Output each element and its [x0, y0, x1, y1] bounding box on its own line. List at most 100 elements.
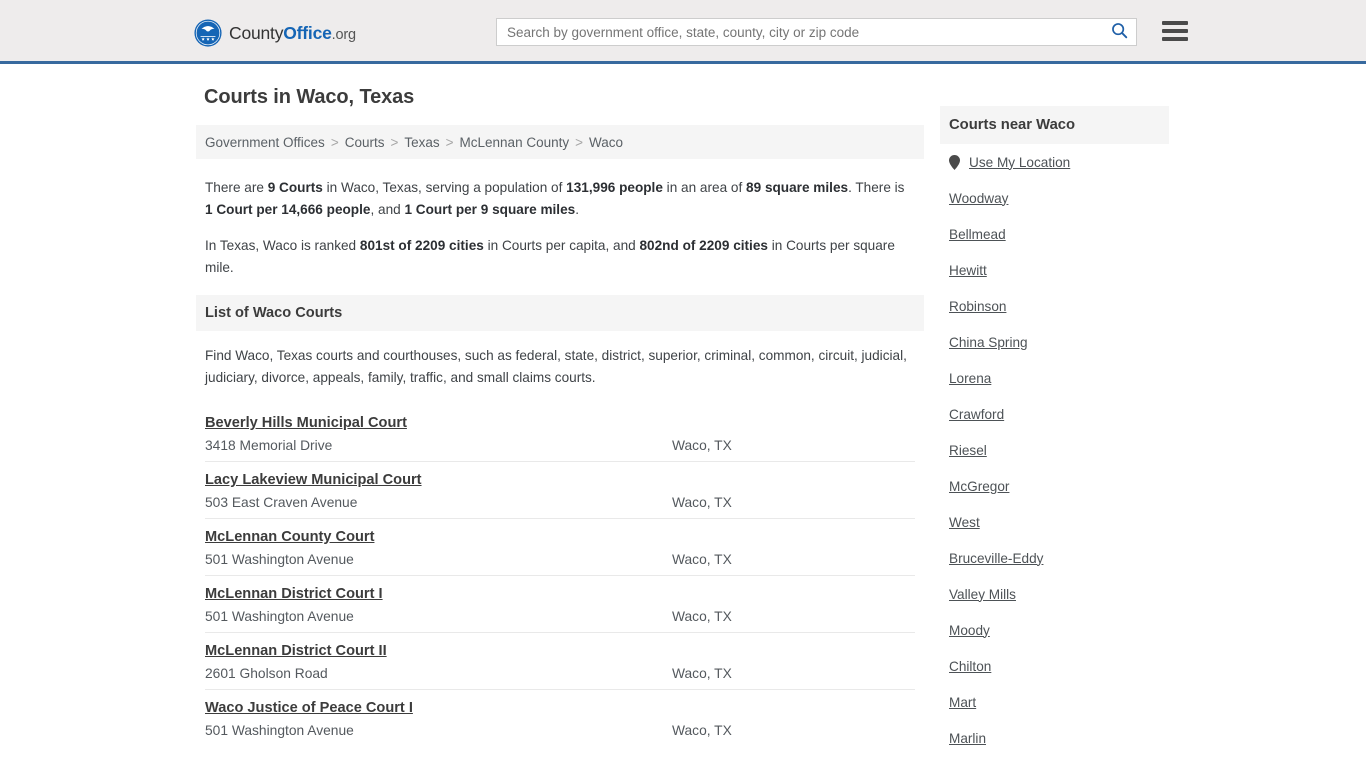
sidebar-item-marlin[interactable]: Marlin [949, 720, 1160, 756]
court-address: 2601 Gholson Road [205, 666, 328, 681]
sidebar-item-mart[interactable]: Mart [949, 684, 1160, 720]
court-address-row: 501 Washington Avenue Waco, TX [205, 552, 915, 567]
court-name-link[interactable]: Waco Justice of Peace Court I [205, 700, 413, 716]
court-address-row: 503 East Craven Avenue Waco, TX [205, 495, 915, 510]
court-list-item: Waco Justice of Peace Court I 501 Washing… [205, 689, 915, 746]
sidebar-item-valley-mills[interactable]: Valley Mills [949, 576, 1160, 612]
sidebar-nearby-link[interactable]: Bruceville-Eddy [949, 551, 1043, 566]
intro-stat-value: 9 Courts [267, 180, 323, 195]
court-list-item: Lacy Lakeview Municipal Court 503 East Cr… [205, 461, 915, 518]
intro-text: In Texas, Waco is ranked [205, 238, 360, 253]
intro-text: . There is [848, 180, 905, 195]
section-description: Find Waco, Texas courts and courthouses,… [205, 348, 907, 385]
court-address-row: 3418 Memorial Drive Waco, TX [205, 438, 915, 453]
court-address-row: 501 Washington Avenue Waco, TX [205, 723, 915, 738]
search-input[interactable] [497, 19, 1102, 45]
eagle-shield-logo-icon [194, 19, 222, 47]
intro-paragraph: In Texas, Waco is ranked 801st of 2209 c… [196, 235, 924, 279]
sidebar-nearby-link[interactable]: Moody [949, 623, 990, 638]
court-address-row: 501 Washington Avenue Waco, TX [205, 609, 915, 624]
court-city-state: Waco, TX [672, 609, 732, 624]
intro-text: There are [205, 180, 268, 195]
intro-stat-value: 1 Court per 9 square miles [404, 202, 576, 217]
court-list-item: McLennan County Court 501 Washington Aven… [205, 518, 915, 575]
sidebar-nearby-link[interactable]: Bellmead [949, 227, 1006, 242]
sidebar-nearby-link[interactable]: Riesel [949, 443, 987, 458]
logo-text-county: County [229, 22, 284, 43]
sidebar-item-woodway[interactable]: Woodway [949, 180, 1160, 216]
sidebar-nearby-list: Use My Location Woodway Bellmead Hewitt Robi… [940, 144, 1169, 756]
hamburger-bar-1 [1162, 21, 1188, 25]
court-list-item: McLennan District Court I 501 Washington … [205, 575, 915, 632]
sidebar-item-crawford[interactable]: Crawford [949, 396, 1160, 432]
search-bar [496, 18, 1137, 46]
court-city-state: Waco, TX [672, 723, 732, 738]
intro-text: in an area of [662, 180, 747, 195]
intro-text: . [575, 202, 579, 217]
breadcrumb-item-texas[interactable]: Texas [404, 135, 439, 150]
breadcrumb-separator: > [390, 134, 399, 150]
court-address: 503 East Craven Avenue [205, 495, 358, 510]
breadcrumb-item-courts[interactable]: Courts [345, 135, 385, 150]
court-address: 3418 Memorial Drive [205, 438, 333, 453]
court-name-link[interactable]: Lacy Lakeview Municipal Court [205, 472, 422, 488]
sidebar-item-hewitt[interactable]: Hewitt [949, 252, 1160, 288]
sidebar-item-lorena[interactable]: Lorena [949, 360, 1160, 396]
sidebar-item-mcgregor[interactable]: McGregor [949, 468, 1160, 504]
intro-section: There are 9 Courts in Waco, Texas, servi… [196, 177, 924, 279]
section-header-list-of-courts: List of Waco Courts [196, 295, 924, 331]
sidebar-item-moody[interactable]: Moody [949, 612, 1160, 648]
sidebar-item-bellmead[interactable]: Bellmead [949, 216, 1160, 252]
court-address: 501 Washington Avenue [205, 609, 354, 624]
logo-wordmark: CountyOffice.org [229, 23, 356, 44]
use-my-location-link[interactable]: Use My Location [969, 155, 1070, 170]
logo-text-tld: .org [331, 26, 356, 43]
sidebar-nearby-link[interactable]: Lorena [949, 371, 991, 386]
sidebar-nearby-link[interactable]: Hewitt [949, 263, 987, 278]
page-title: Courts in Waco, Texas [204, 86, 415, 108]
sidebar-nearby-link[interactable]: West [949, 515, 980, 530]
intro-stat-value: 1 Court per 14,666 people [205, 202, 371, 217]
court-name-link[interactable]: McLennan District Court II [205, 643, 387, 659]
court-name-link[interactable]: McLennan County Court [205, 529, 374, 545]
breadcrumb-item-mclennan-county[interactable]: McLennan County [460, 135, 570, 150]
sidebar-nearby-link[interactable]: Valley Mills [949, 587, 1016, 602]
sidebar-item-riesel[interactable]: Riesel [949, 432, 1160, 468]
court-name-link[interactable]: Beverly Hills Municipal Court [205, 415, 407, 431]
intro-stat-value: 131,996 people [566, 180, 663, 195]
map-pin-icon [949, 154, 960, 170]
sidebar-item-west[interactable]: West [949, 504, 1160, 540]
sidebar-item-chilton[interactable]: Chilton [949, 648, 1160, 684]
sidebar: Courts near Waco Use My Location Woodway B… [940, 106, 1169, 756]
hamburger-bar-2 [1162, 29, 1188, 33]
sidebar-nearby-link[interactable]: Mart [949, 695, 976, 710]
site-header: CountyOffice.org [0, 0, 1366, 64]
sidebar-use-my-location[interactable]: Use My Location [949, 144, 1160, 180]
breadcrumb-item-government-offices[interactable]: Government Offices [205, 135, 325, 150]
sidebar-nearby-link[interactable]: Crawford [949, 407, 1004, 422]
breadcrumb: Government Offices > Courts > Texas > McLennan… [196, 125, 924, 159]
intro-stat-value: 802nd of 2209 cities [639, 238, 768, 253]
sidebar-nearby-link[interactable]: China Spring [949, 335, 1028, 350]
court-city-state: Waco, TX [672, 552, 732, 567]
sidebar-nearby-link[interactable]: Woodway [949, 191, 1008, 206]
court-name-link[interactable]: McLennan District Court I [205, 586, 383, 602]
sidebar-nearby-link[interactable]: McGregor [949, 479, 1009, 494]
court-city-state: Waco, TX [672, 438, 732, 453]
sidebar-item-robinson[interactable]: Robinson [949, 288, 1160, 324]
site-logo[interactable]: CountyOffice.org [194, 19, 356, 47]
breadcrumb-item-waco[interactable]: Waco [589, 135, 623, 150]
sidebar-nearby-link[interactable]: Marlin [949, 731, 986, 746]
intro-stat-value: 89 square miles [746, 180, 849, 195]
court-address-row: 2601 Gholson Road Waco, TX [205, 666, 915, 681]
search-button[interactable] [1102, 19, 1136, 45]
hamburger-menu-button[interactable] [1162, 19, 1188, 43]
sidebar-nearby-link[interactable]: Robinson [949, 299, 1006, 314]
sidebar-item-bruceville-eddy[interactable]: Bruceville-Eddy [949, 540, 1160, 576]
court-city-state: Waco, TX [672, 666, 732, 681]
court-city-state: Waco, TX [672, 495, 732, 510]
sidebar-item-china-spring[interactable]: China Spring [949, 324, 1160, 360]
hamburger-bar-3 [1162, 37, 1188, 41]
sidebar-nearby-link[interactable]: Chilton [949, 659, 991, 674]
court-address: 501 Washington Avenue [205, 552, 354, 567]
